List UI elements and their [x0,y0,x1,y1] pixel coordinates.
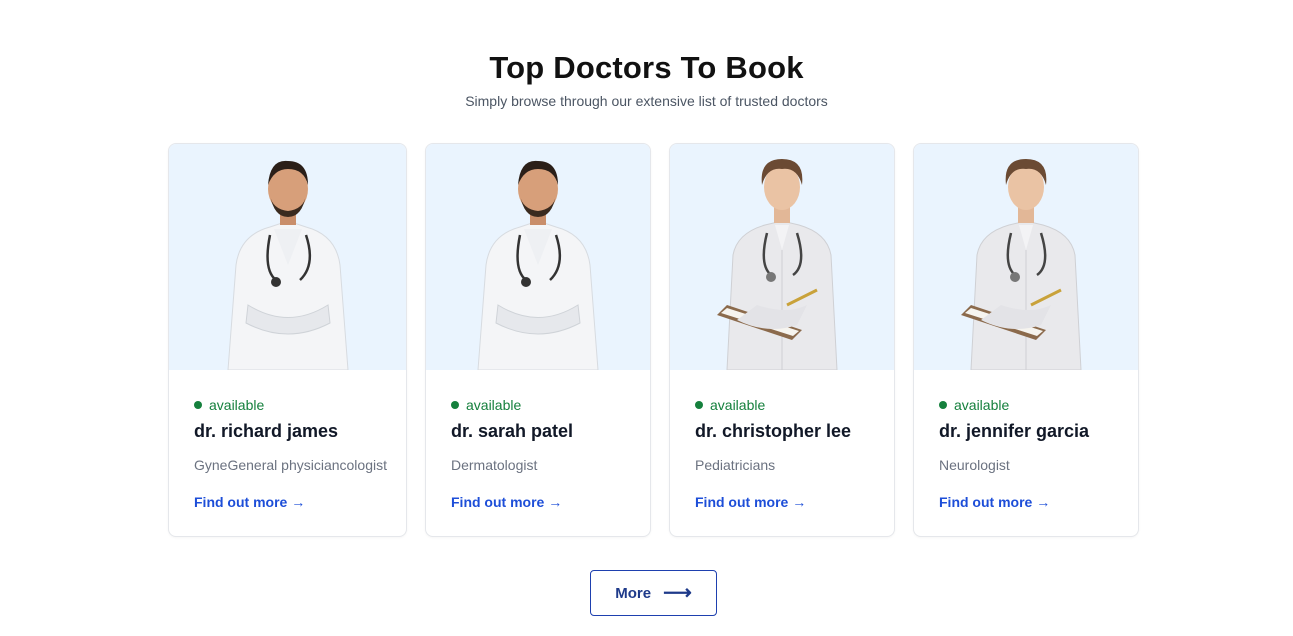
doctor-name: dr. sarah patel [451,421,574,441]
doctor-card[interactable]: available dr. jennifer garcia Neurologis… [913,143,1139,537]
doctor-photo [670,144,894,370]
status-label: available [954,397,1010,413]
doctor-white-coat-image [226,160,349,370]
doctor-photo [914,144,1138,370]
status-label: available [466,397,522,413]
status-dot-icon [194,401,202,409]
doctor-specialty: GyneGeneral physiciancologist [194,457,387,473]
top-doctors-section: Top Doctors To Book Simply browse throug… [0,0,1293,636]
section-subtitle: Simply browse through our extensive list… [465,93,828,109]
doctor-specialty: Pediatricians [695,457,776,473]
doctor-name: dr. richard james [194,421,339,441]
doctor-clipboard-image [961,159,1082,370]
availability-status: available [939,397,1009,413]
doctor-card[interactable]: available dr. sarah patel Dermatologist … [425,143,651,537]
status-label: available [209,397,265,413]
availability-status: available [194,397,264,413]
doctor-white-coat-image [477,160,599,370]
doctor-photo [169,144,406,370]
find-out-more-link[interactable]: Find out more → [194,494,305,510]
status-dot-icon [939,401,947,409]
doctor-clipboard-image [717,159,838,370]
more-button-label: More [615,584,652,602]
doctor-name: dr. jennifer garcia [939,421,1090,441]
section-title: Top Doctors To Book [489,50,804,85]
find-out-more-link[interactable]: Find out more → [451,494,562,510]
status-label: available [710,397,766,413]
find-out-more-link[interactable]: Find out more → [939,494,1050,510]
more-button[interactable]: More ⟶ [590,570,717,616]
arrow-right-icon: ⟶ [663,582,692,604]
status-dot-icon [451,401,459,409]
find-out-more-link[interactable]: Find out more → [695,494,806,510]
doctor-specialty: Dermatologist [451,457,538,473]
doctor-card[interactable]: available dr. richard james GyneGeneral … [168,143,407,537]
doctor-name: dr. christopher lee [695,421,852,441]
doctor-photo [426,144,650,370]
availability-status: available [695,397,765,413]
doctor-card[interactable]: available dr. christopher lee Pediatrici… [669,143,895,537]
doctor-specialty: Neurologist [939,457,1010,473]
availability-status: available [451,397,521,413]
status-dot-icon [695,401,703,409]
